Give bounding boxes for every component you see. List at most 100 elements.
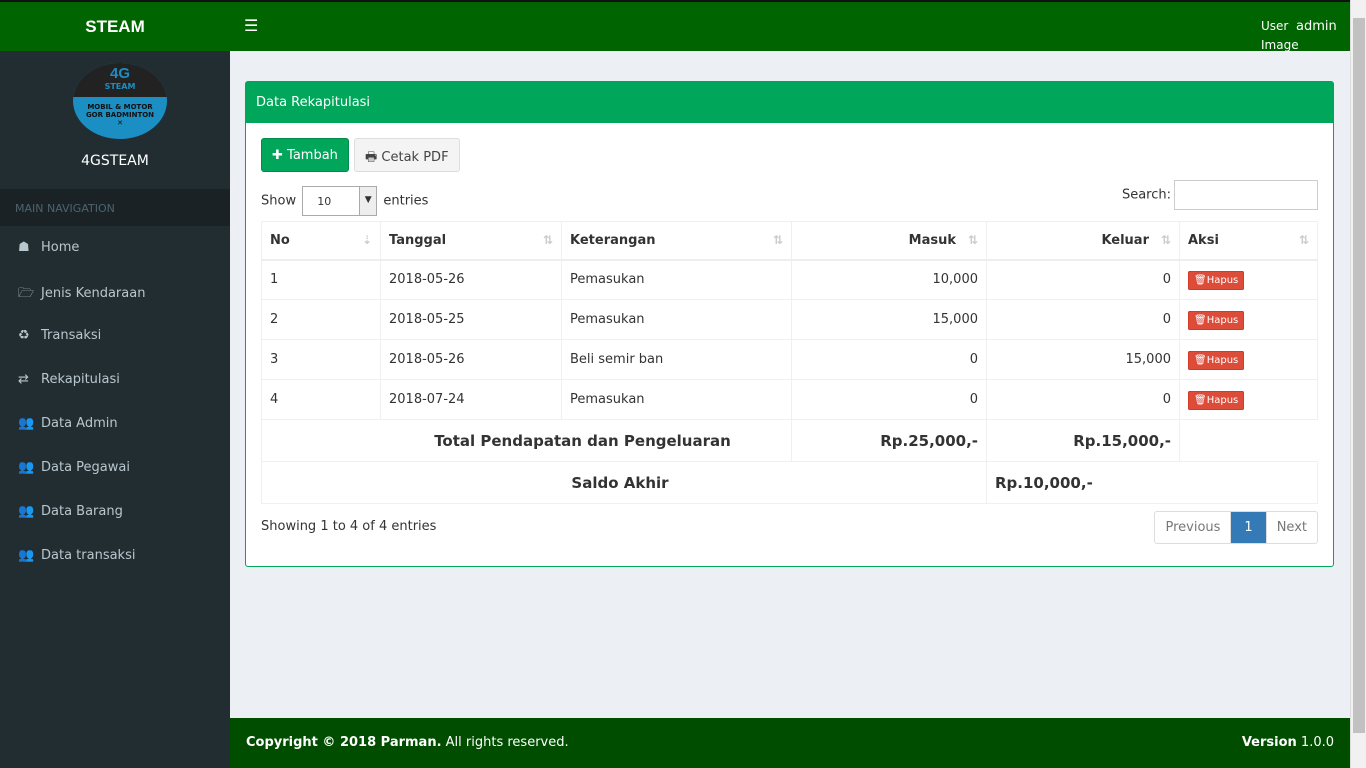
dashboard-icon: ☗ (18, 240, 30, 255)
length-control: Show 10 ▼ entries (261, 186, 428, 216)
delete-button[interactable]: 🗑Hapus (1188, 311, 1245, 330)
cell: 3 (261, 339, 381, 380)
cell: 15,000 (791, 299, 987, 340)
sidebar-item-data-barang[interactable]: 👥 Data Barang (0, 490, 230, 534)
plus-icon: ✚ (272, 148, 283, 163)
cell: Pemasukan (561, 259, 792, 300)
cell: 0 (986, 259, 1180, 300)
table-row: 2 2018-05-25 Pemasukan 15,000 0 🗑Hapus (261, 299, 1318, 340)
rekap-box: Data Rekapitulasi ✚ Tambah 🖶 Cetak PDF S… (245, 81, 1334, 567)
entries-select[interactable]: 10 ▼ (302, 186, 378, 216)
cell: 0 (791, 379, 987, 420)
print-pdf-button[interactable]: 🖶 Cetak PDF (354, 138, 460, 172)
pdf-label: Cetak PDF (381, 150, 449, 165)
version-number: 1.0.0 (1300, 735, 1334, 750)
copyright-text: All rights reserved. (441, 735, 569, 750)
column-header-keterangan[interactable]: Keterangan ⇅ (561, 221, 792, 261)
column-header-aksi[interactable]: Aksi ⇅ (1179, 221, 1318, 261)
sidebar-item-label: Data Barang (41, 504, 123, 519)
sidebar-item-label: Data Admin (41, 416, 118, 431)
header-label: Tanggal (389, 232, 447, 248)
sort-icon: ⇅ (1160, 233, 1171, 247)
print-icon: 🖶 (365, 150, 378, 165)
cell: 2 (261, 299, 381, 340)
action-cell: 🗑Hapus (1179, 339, 1318, 380)
user-image[interactable]: User Image (1261, 17, 1301, 55)
column-header-tanggal[interactable]: Tanggal ⇅ (380, 221, 562, 261)
entries-label: entries (383, 193, 429, 209)
users-icon: 👥 (18, 548, 35, 563)
column-header-no[interactable]: No ⇣ (261, 221, 381, 261)
cell: 15,000 (986, 339, 1180, 380)
total-keluar: Rp.15,000,- (986, 419, 1180, 462)
saldo-label: Saldo Akhir (261, 461, 987, 504)
copyright-owner: Copyright © 2018 Parman. (246, 735, 442, 750)
table-row: 3 2018-05-26 Beli semir ban 0 15,000 🗑Hapus (261, 339, 1318, 380)
sort-icon: ⇅ (772, 233, 783, 247)
trash-icon: 🗑 (1194, 315, 1207, 326)
table-row: 1 2018-05-26 Pemasukan 10,000 0 🗑Hapus (261, 259, 1318, 300)
sidebar-item-label: Rekapitulasi (41, 372, 120, 387)
next-button[interactable]: Next (1265, 512, 1317, 543)
scrollbar[interactable] (1350, 0, 1366, 768)
entries-value: 10 (317, 195, 332, 208)
sidebar-item-label: Home (41, 240, 80, 255)
recycle-icon: ♻ (18, 328, 30, 343)
sidebar-item-label: Data transaksi (41, 548, 136, 563)
search-control: Search: (1122, 180, 1318, 210)
add-button[interactable]: ✚ Tambah (261, 138, 349, 172)
folder-open-icon: 🗁 (18, 286, 35, 301)
cell: Beli semir ban (561, 339, 792, 380)
previous-button[interactable]: Previous (1155, 512, 1230, 543)
exchange-icon: ⇄ (18, 372, 29, 387)
column-header-keluar[interactable]: Keluar ⇅ (986, 221, 1180, 261)
user-name[interactable]: admin (1296, 19, 1337, 34)
sidebar-item-label: Jenis Kendaraan (41, 286, 146, 301)
header-label: No (270, 232, 290, 248)
top-navbar: STEAM ☰ User Image admin (0, 0, 1350, 52)
action-cell: 🗑Hapus (1179, 299, 1318, 340)
header-label: Keterangan (570, 232, 656, 248)
users-icon: 👥 (18, 460, 35, 475)
total-row: Total Pendapatan dan Pengeluaran Rp.25,00… (261, 419, 1318, 462)
column-header-masuk[interactable]: Masuk ⇅ (791, 221, 987, 261)
sidebar-item-jenis-kendaraan[interactable]: 🗁 Jenis Kendaraan (0, 270, 230, 314)
sidebar-item-home[interactable]: ☗ Home (0, 226, 230, 270)
sidebar-item-rekapitulasi[interactable]: ⇄ Rekapitulasi (0, 358, 230, 402)
delete-button[interactable]: 🗑Hapus (1188, 351, 1245, 370)
cell: 2018-07-24 (380, 379, 562, 420)
delete-label: Hapus (1206, 315, 1239, 326)
search-input[interactable] (1174, 180, 1318, 210)
trash-icon: 🗑 (1194, 275, 1207, 287)
sidebar-item-label: Transaksi (41, 328, 102, 343)
site-name: 4GSTEAM (81, 153, 149, 169)
sidebar-item-label: Data Pegawai (41, 460, 130, 475)
page-1-button[interactable]: 1 (1230, 512, 1266, 543)
cell: 1 (261, 259, 381, 300)
users-icon: 👥 (18, 504, 35, 519)
version-label: Version (1241, 735, 1297, 750)
trash-icon: 🗑 (1194, 355, 1207, 366)
sidebar-item-transaksi[interactable]: ♻ Transaksi (0, 314, 230, 358)
sidebar-item-data-admin[interactable]: 👥 Data Admin (0, 402, 230, 446)
header-label: Aksi (1188, 232, 1219, 248)
nav-header: MAIN NAVIGATION (0, 189, 230, 226)
header-label: Masuk (908, 232, 956, 248)
sort-icon: ⇣ (361, 233, 372, 247)
sidebar-item-data-pegawai[interactable]: 👥 Data Pegawai (0, 446, 230, 490)
delete-label: Hapus (1206, 355, 1239, 366)
hamburger-icon[interactable]: ☰ (244, 16, 258, 35)
cell: Pemasukan (561, 299, 792, 340)
cell: 2018-05-26 (380, 339, 562, 380)
delete-button[interactable]: 🗑Hapus (1188, 391, 1245, 410)
chevron-down-icon: ▼ (359, 187, 377, 215)
brand-logo[interactable]: STEAM (0, 2, 230, 51)
sidebar-item-data-transaksi[interactable]: 👥 Data transaksi (0, 534, 230, 578)
rekap-table: No ⇣ Tanggal ⇅ Keterangan ⇅ Masuk ⇅ Keluar ⇅ Aksi ⇅… (261, 221, 1318, 504)
saldo-row: Saldo Akhir Rp.10,000,- (261, 461, 1318, 504)
action-cell: 🗑Hapus (1179, 379, 1318, 420)
action-cell: 🗑Hapus (1179, 259, 1318, 300)
delete-button[interactable]: 🗑Hapus (1188, 271, 1245, 291)
sort-icon: ⇅ (967, 233, 978, 247)
show-label: Show (261, 193, 297, 209)
